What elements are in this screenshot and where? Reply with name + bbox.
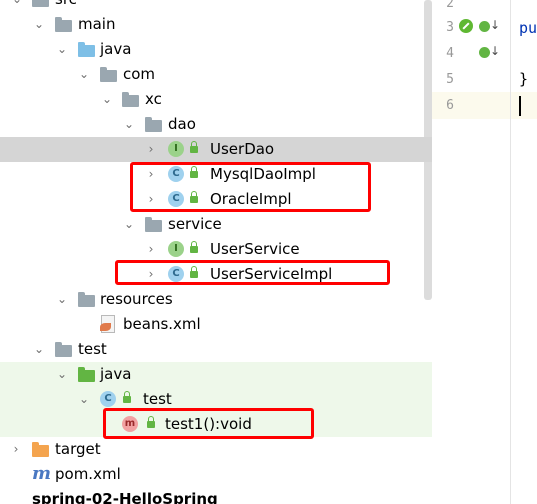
code-editor[interactable]: 2 3 4 5 6 pu } [432, 0, 537, 504]
tree-item-userdao[interactable]: › I UserDao [0, 137, 432, 162]
tree-item-label: xc [145, 90, 162, 108]
chevron-down-icon[interactable]: ⌄ [10, 0, 24, 7]
tree-item-label: UserService [210, 240, 300, 258]
chevron-down-icon[interactable]: ⌄ [55, 366, 69, 382]
tree-item-label: com [123, 65, 156, 83]
chevron-down-icon[interactable]: ⌄ [55, 291, 69, 307]
implemented-icon[interactable] [479, 44, 500, 58]
interface-icon: I [168, 141, 184, 157]
tree-item-resources[interactable]: ⌄ resources [0, 287, 432, 312]
tree-item-label: java [100, 365, 132, 383]
chevron-down-icon[interactable]: ⌄ [55, 41, 69, 57]
package-icon [145, 216, 162, 233]
folder-icon [32, 0, 49, 8]
tree-item-java-test[interactable]: ⌄ java [0, 362, 432, 387]
line-number: 2 [446, 0, 454, 11]
tree-item-service[interactable]: ⌄ service [0, 212, 432, 237]
tree-item-label: target [55, 440, 101, 458]
tree-item-label: dao [168, 115, 196, 133]
highlight-box-dao-impls [130, 162, 371, 212]
package-icon [122, 91, 139, 108]
tree-item-label: java [100, 40, 132, 58]
lock-icon [189, 141, 198, 154]
package-icon [100, 66, 117, 83]
chevron-right-icon[interactable]: › [9, 441, 23, 457]
chevron-down-icon[interactable]: ⌄ [32, 341, 46, 357]
tree-item-label: src [55, 0, 77, 9]
tree-item-label: pom.xml [55, 465, 121, 483]
xml-file-icon [100, 315, 116, 333]
folder-orange-icon [32, 441, 49, 458]
tree-item-userservice[interactable]: › I UserService [0, 237, 432, 262]
current-line-highlight [511, 92, 537, 119]
gutter-divider [510, 0, 511, 504]
highlight-box-service-impl [115, 260, 390, 285]
chevron-down-icon[interactable]: ⌄ [122, 116, 136, 132]
project-tree: ⌄ src ⌄ main ⌄ java ⌄ com ⌄ xc ⌄ dao › I… [0, 0, 432, 504]
package-icon [145, 116, 162, 133]
folder-icon [55, 341, 72, 358]
code-line-3[interactable]: pu [519, 19, 537, 37]
tree-item-module[interactable]: spring-02-HelloSpring [0, 487, 432, 504]
folder-icon [55, 16, 72, 33]
tree-item-label: beans.xml [123, 315, 201, 333]
test-root-folder-icon [78, 366, 95, 383]
resources-folder-icon [78, 291, 95, 308]
tree-item-beans-xml[interactable]: beans.xml [0, 312, 432, 337]
tree-item-test[interactable]: ⌄ test [0, 337, 432, 362]
interface-icon: I [168, 241, 184, 257]
line-number: 4 [446, 46, 454, 61]
lock-icon [122, 391, 131, 404]
line-number: 3 [446, 20, 454, 35]
tree-item-label: service [168, 215, 222, 233]
implemented-icon[interactable] [479, 18, 500, 32]
chevron-down-icon[interactable]: ⌄ [77, 391, 91, 407]
chevron-down-icon[interactable]: ⌄ [100, 91, 114, 107]
tree-item-java-source[interactable]: ⌄ java [0, 37, 432, 62]
source-root-folder-icon [78, 41, 95, 58]
tree-item-label: resources [100, 290, 173, 308]
test-class-icon: C [100, 391, 116, 407]
lock-icon [189, 241, 198, 254]
tree-item-pom-xml[interactable]: m pom.xml [0, 462, 432, 487]
highlight-box-test-method [103, 408, 314, 439]
tree-item-main[interactable]: ⌄ main [0, 12, 432, 37]
chevron-down-icon[interactable]: ⌄ [32, 16, 46, 32]
line-number: 5 [446, 72, 454, 87]
tree-item-target[interactable]: › target [0, 437, 432, 462]
tree-item-label: main [78, 15, 116, 33]
code-line-5[interactable]: } [519, 70, 528, 88]
text-caret [519, 96, 521, 116]
tree-item-src[interactable]: ⌄ src [0, 0, 432, 12]
tree-item-com[interactable]: ⌄ com [0, 62, 432, 87]
chevron-down-icon[interactable]: ⌄ [77, 66, 91, 82]
chevron-right-icon[interactable]: › [144, 241, 158, 257]
chevron-right-icon[interactable]: › [144, 141, 158, 157]
tree-item-label: spring-02-HelloSpring [32, 490, 218, 504]
run-test-icon[interactable] [459, 19, 473, 33]
line-number: 6 [446, 98, 454, 113]
tree-item-xc[interactable]: ⌄ xc [0, 87, 432, 112]
tree-item-label: test [143, 390, 172, 408]
tree-item-label: test [78, 340, 107, 358]
tree-item-dao[interactable]: ⌄ dao [0, 112, 432, 137]
tree-item-label: UserDao [210, 140, 275, 158]
maven-icon: m [32, 463, 52, 484]
chevron-down-icon[interactable]: ⌄ [122, 216, 136, 232]
